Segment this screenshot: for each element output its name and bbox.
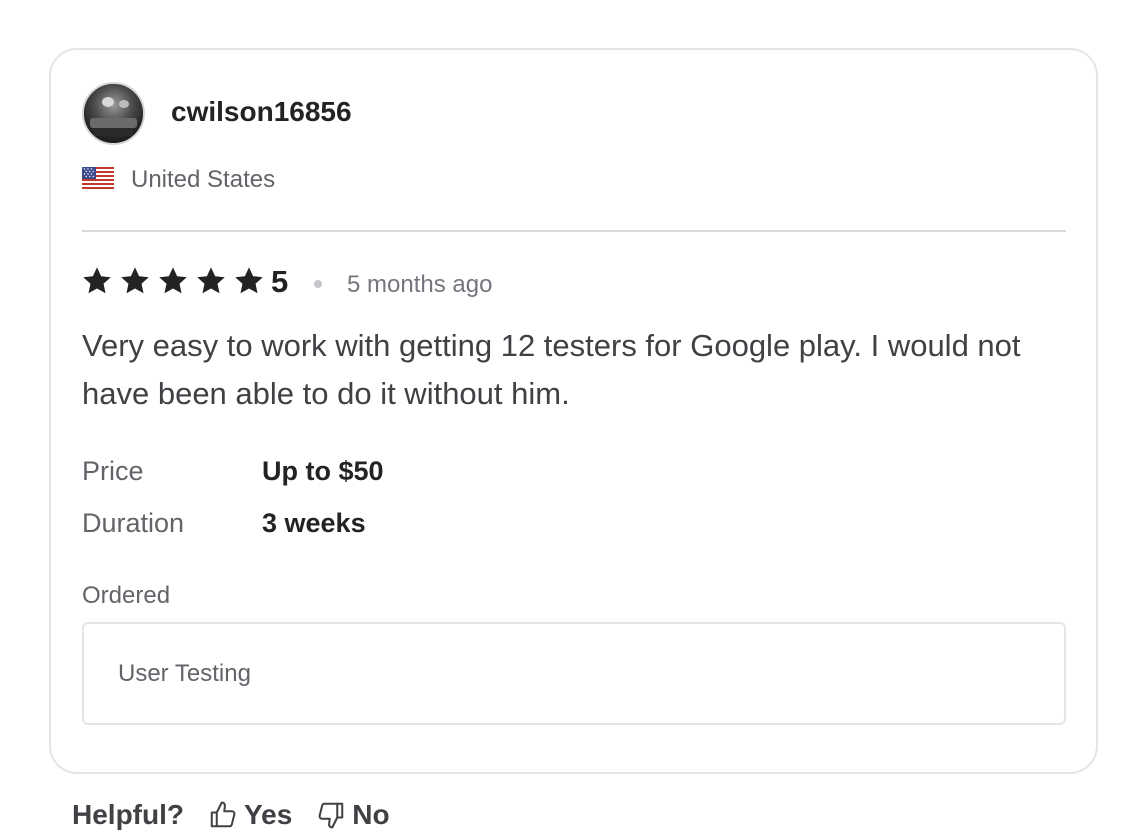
rating-value: 5: [271, 264, 289, 299]
helpful-label: Helpful?: [72, 799, 184, 830]
duration-value: 3 weeks: [262, 508, 366, 538]
ordered-item-box[interactable]: User Testing: [82, 622, 1066, 725]
star-icon: [235, 267, 263, 294]
helpful-yes-label: Yes: [244, 799, 293, 830]
separator-dot: [314, 280, 322, 288]
star-rating: [81, 264, 271, 298]
avatar-image: [84, 84, 143, 143]
us-flag-icon: [82, 167, 114, 189]
star-icon: [83, 267, 111, 294]
star-icon: [121, 267, 149, 294]
helpful-yes-button[interactable]: Yes: [208, 799, 292, 831]
star-icon: [197, 267, 225, 294]
ordered-item-title[interactable]: User Testing: [118, 660, 251, 688]
country-label: United States: [131, 166, 276, 193]
thumbs-down-icon: [318, 802, 344, 829]
avatar[interactable]: [82, 82, 145, 145]
ordered-label: Ordered: [82, 582, 171, 609]
helpful-no-button[interactable]: No: [316, 799, 390, 831]
review-text: Very easy to work with getting 12 tester…: [82, 328, 1021, 411]
helpful-no-label: No: [352, 799, 390, 830]
price-label: Price: [82, 456, 144, 486]
divider: [82, 230, 1066, 232]
thumbs-up-icon: [210, 801, 236, 828]
review-time: 5 months ago: [347, 271, 493, 298]
price-value: Up to $50: [262, 456, 384, 486]
username[interactable]: cwilson16856: [171, 95, 352, 129]
duration-label: Duration: [82, 508, 185, 538]
star-icon: [159, 267, 187, 294]
helpful-feedback: Helpful? Yes No: [72, 798, 414, 832]
